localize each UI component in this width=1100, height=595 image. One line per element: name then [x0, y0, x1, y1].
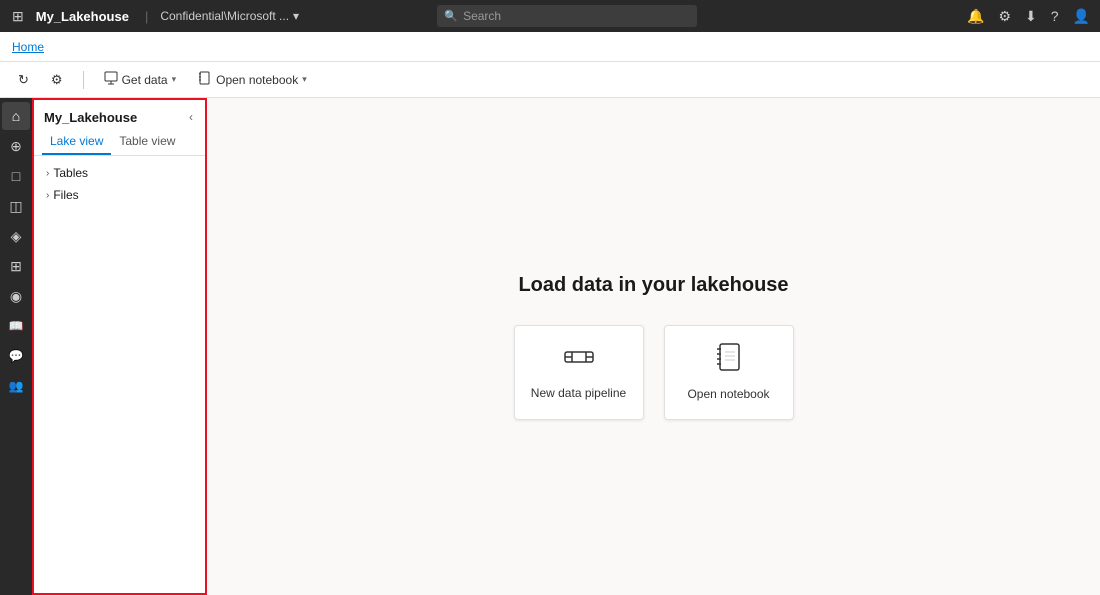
search-icon: 🔍	[444, 10, 458, 23]
nav-monitor-icon[interactable]: ◉	[2, 282, 30, 310]
explorer-header: My_Lakehouse ‹	[34, 100, 205, 130]
main-content: Load data in your lakehouse New data pip…	[207, 98, 1100, 595]
nav-integrations-icon[interactable]: ⊞	[2, 252, 30, 280]
open-notebook-chevron: ▾	[302, 74, 307, 85]
download-icon[interactable]: ⬇	[1023, 6, 1039, 27]
app-name: My_Lakehouse	[36, 9, 129, 24]
get-data-chevron: ▾	[172, 74, 177, 85]
files-chevron-icon: ›	[46, 190, 49, 201]
open-notebook-card[interactable]: Open notebook	[664, 325, 794, 420]
nav-models-icon[interactable]: ◈	[2, 222, 30, 250]
get-data-label: Get data	[122, 73, 168, 87]
explorer-tree: › Tables › Files	[34, 156, 205, 593]
gear-icon[interactable]: ⚙	[996, 6, 1013, 27]
home-breadcrumb[interactable]: Home	[8, 38, 48, 56]
get-data-icon	[104, 71, 118, 88]
nav-browse-icon[interactable]: □	[2, 162, 30, 190]
top-bar: ⊞ My_Lakehouse | Confidential\Microsoft …	[0, 0, 1100, 32]
open-notebook-icon	[198, 71, 212, 88]
breadcrumb[interactable]: Confidential\Microsoft ... ▾	[160, 9, 299, 23]
notebook-icon	[716, 343, 742, 377]
nav-create-icon[interactable]: ⊕	[2, 132, 30, 160]
breadcrumb-text: Confidential\Microsoft ...	[160, 9, 289, 23]
card-row: New data pipeline Open note	[514, 325, 794, 420]
separator: |	[145, 9, 148, 24]
grid-icon[interactable]: ⊞	[8, 4, 28, 29]
open-notebook-button[interactable]: Open notebook ▾	[192, 67, 313, 92]
settings-button[interactable]: ⚙	[45, 68, 69, 92]
nav-people-icon[interactable]: 👥	[2, 372, 30, 400]
bell-icon[interactable]: 🔔	[965, 6, 986, 27]
new-data-pipeline-card[interactable]: New data pipeline	[514, 325, 644, 420]
nav-workspace-icon[interactable]: 💬	[2, 342, 30, 370]
search-input[interactable]	[437, 5, 697, 27]
breadcrumb-chevron[interactable]: ▾	[293, 9, 299, 23]
tab-lake-view[interactable]: Lake view	[42, 130, 111, 155]
refresh-icon: ↻	[18, 72, 29, 88]
help-icon[interactable]: ?	[1049, 6, 1061, 26]
refresh-button[interactable]: ↻	[12, 68, 35, 92]
files-label: Files	[53, 188, 78, 202]
tree-item-files[interactable]: › Files	[34, 184, 205, 206]
nav-learn-icon[interactable]: 📖	[2, 312, 30, 340]
settings-icon: ⚙	[51, 72, 63, 88]
tree-item-tables[interactable]: › Tables	[34, 162, 205, 184]
user-icon[interactable]: 👤	[1071, 6, 1092, 27]
main-layout: ⌂ ⊕ □ ◫ ◈ ⊞ ◉ 📖 💬 👥 My_Lakehouse ‹ Lake …	[0, 98, 1100, 595]
new-data-pipeline-label: New data pipeline	[531, 386, 626, 400]
explorer-title: My_Lakehouse	[44, 110, 137, 125]
get-data-button[interactable]: Get data ▾	[98, 67, 183, 92]
open-notebook-card-label: Open notebook	[687, 387, 769, 401]
nav-home-icon[interactable]: ⌂	[2, 102, 30, 130]
explorer-collapse-button[interactable]: ‹	[187, 108, 195, 126]
search-bar[interactable]: 🔍	[437, 5, 697, 27]
breadcrumb-bar: Home	[0, 32, 1100, 62]
explorer-panel: My_Lakehouse ‹ Lake view Table view › Ta…	[32, 98, 207, 595]
top-bar-right-icons: 🔔 ⚙ ⬇ ? 👤	[965, 6, 1092, 27]
pipeline-icon	[564, 344, 594, 376]
open-notebook-label: Open notebook	[216, 73, 298, 87]
tables-chevron-icon: ›	[46, 168, 49, 179]
load-title: Load data in your lakehouse	[518, 274, 788, 297]
nav-data-icon[interactable]: ◫	[2, 192, 30, 220]
left-nav: ⌂ ⊕ □ ◫ ◈ ⊞ ◉ 📖 💬 👥	[0, 98, 32, 595]
tab-table-view[interactable]: Table view	[111, 130, 183, 155]
explorer-tabs: Lake view Table view	[34, 130, 205, 156]
sub-toolbar: ↻ ⚙ Get data ▾ Open notebook ▾	[0, 62, 1100, 98]
tables-label: Tables	[53, 166, 88, 180]
